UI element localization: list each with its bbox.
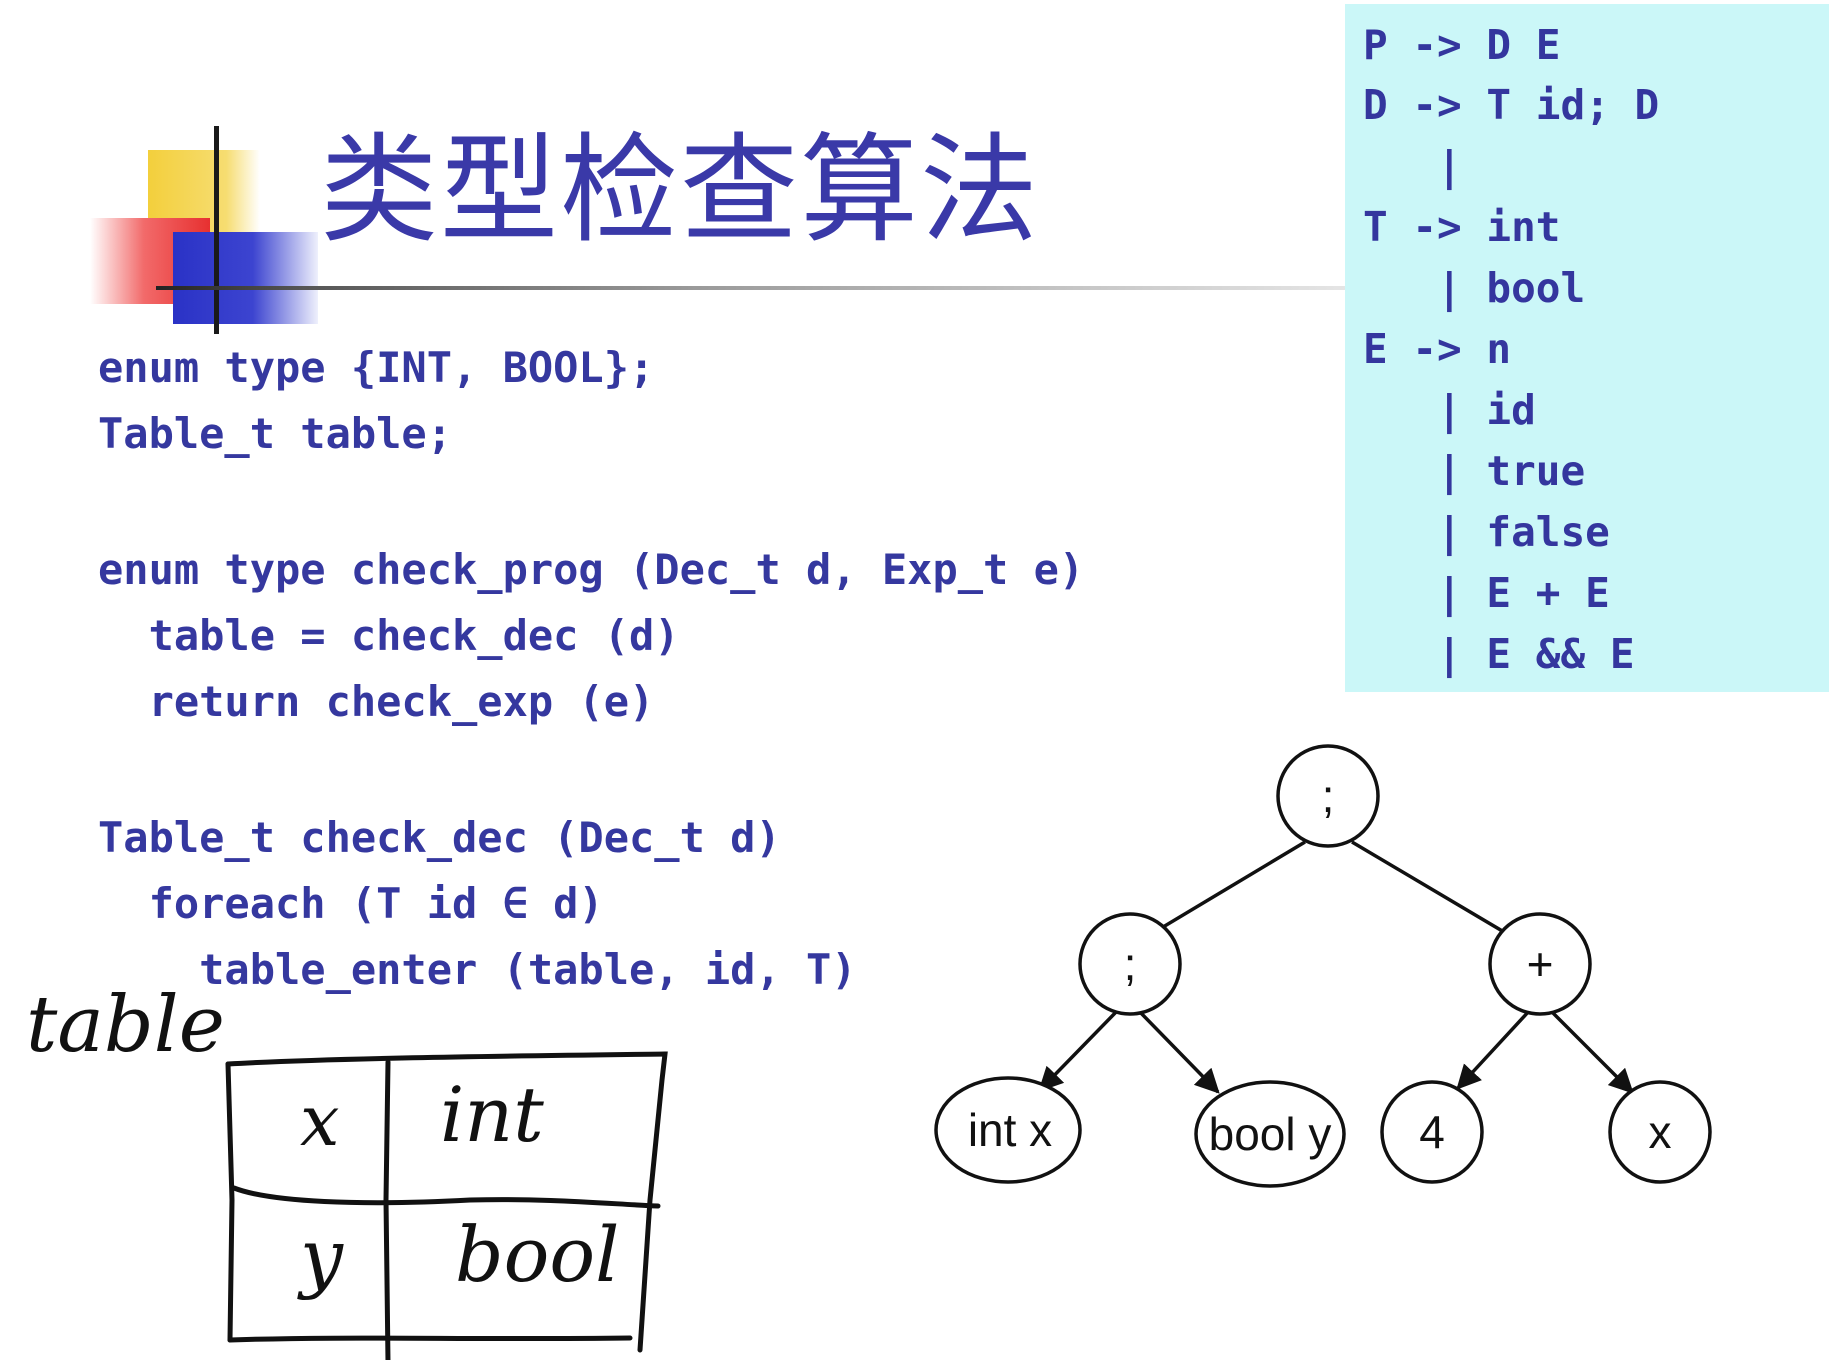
- title-underline: [156, 286, 1356, 290]
- grammar-line: | false: [1363, 508, 1610, 556]
- grammar-line: | id: [1363, 386, 1536, 434]
- tree-edge: [1548, 1008, 1634, 1094]
- code-line: Table_t check_dec (Dec_t d): [98, 813, 781, 862]
- tree-edge: [1038, 1008, 1120, 1092]
- handwritten-caption: table: [26, 980, 225, 1070]
- code-line: foreach (T id ∈ d): [98, 879, 604, 928]
- tree-node-label: ;: [1322, 770, 1335, 822]
- grammar-box: P -> D E D -> T id; D | T -> int | bool …: [1345, 4, 1829, 692]
- tree-edge: [1136, 1008, 1220, 1094]
- grammar-line: | E && E: [1363, 630, 1635, 678]
- grammar-line: T -> int: [1363, 203, 1561, 251]
- slide-title: 类型检查算法: [320, 121, 1041, 259]
- title-decoration-blue: [173, 232, 318, 324]
- handwritten-cell: y: [300, 1212, 343, 1301]
- code-line: enum type check_prog (Dec_t d, Exp_t e): [98, 545, 1085, 594]
- tree-edge: [1456, 1008, 1532, 1090]
- code-line: table = check_dec (d): [98, 611, 680, 660]
- tree-leaf-label: 4: [1419, 1106, 1445, 1158]
- handwritten-cell: x: [300, 1080, 340, 1162]
- code-line: Table_t table;: [98, 409, 453, 458]
- tree-edge: [1351, 840, 1529, 947]
- grammar-line: P -> D E: [1363, 21, 1561, 69]
- handwritten-cell: bool: [455, 1210, 620, 1299]
- grammar-line: | bool: [1363, 264, 1586, 312]
- grammar-line: E -> n: [1363, 325, 1512, 373]
- tree-leaf-label: bool y: [1209, 1108, 1332, 1160]
- grammar-line: D -> T id; D: [1363, 81, 1660, 129]
- grammar-line: | true: [1363, 447, 1586, 495]
- code-line: return check_exp (e): [98, 677, 655, 726]
- grammar-line: | E + E: [1363, 569, 1610, 617]
- handwritten-cell: int: [440, 1070, 544, 1159]
- grammar-line: |: [1363, 142, 1462, 190]
- syntax-tree: ; ; + int x bool y 4 x: [934, 744, 1712, 1188]
- tree-node-label: +: [1527, 938, 1554, 990]
- tree-node-label: ;: [1124, 938, 1137, 990]
- code-line: enum type {INT, BOOL};: [98, 343, 655, 392]
- tree-leaf-label: int x: [968, 1104, 1052, 1156]
- title-decoration-vline: [214, 126, 219, 334]
- tree-leaf-label: x: [1649, 1106, 1672, 1158]
